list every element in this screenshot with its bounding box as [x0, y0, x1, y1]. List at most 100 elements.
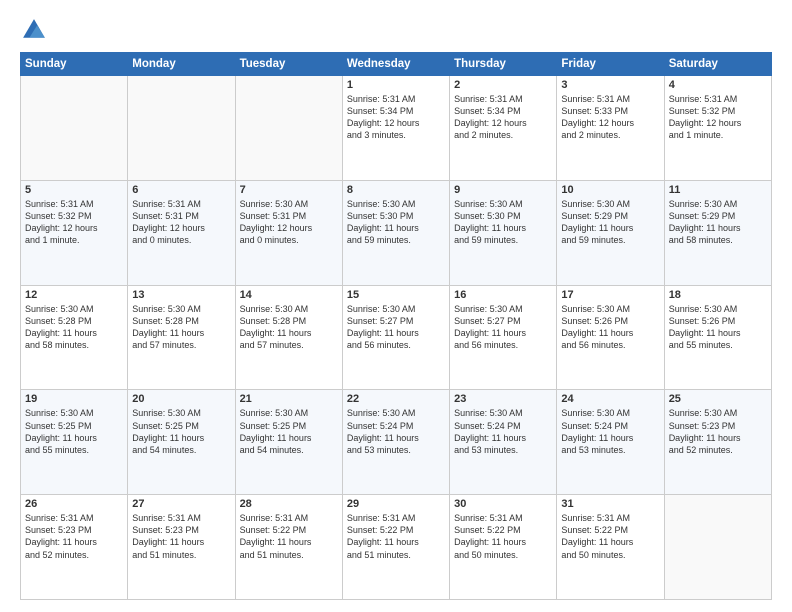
- day-info: Sunrise: 5:30 AM Sunset: 5:24 PM Dayligh…: [454, 407, 552, 456]
- calendar-table: SundayMondayTuesdayWednesdayThursdayFrid…: [20, 52, 772, 600]
- day-info: Sunrise: 5:30 AM Sunset: 5:27 PM Dayligh…: [347, 303, 445, 352]
- calendar-cell: 29 Sunrise: 5:31 AM Sunset: 5:22 PM Dayli…: [342, 495, 449, 600]
- day-info: Sunrise: 5:30 AM Sunset: 5:29 PM Dayligh…: [561, 198, 659, 247]
- day-info: Sunrise: 5:30 AM Sunset: 5:31 PM Dayligh…: [240, 198, 338, 247]
- day-info: Sunrise: 5:30 AM Sunset: 5:27 PM Dayligh…: [454, 303, 552, 352]
- day-number: 3: [561, 79, 659, 91]
- day-number: 25: [669, 393, 767, 405]
- calendar-cell: 22Sunrise: 5:30 AM Sunset: 5:24 PM Dayli…: [342, 390, 449, 495]
- day-number: 16: [454, 289, 552, 301]
- day-info: Sunrise: 5:31 AM Sunset: 5:32 PM Dayligh…: [25, 198, 123, 247]
- day-info: Sunrise: 5:31 AM Sunset: 5:22 PM Dayligh…: [454, 512, 552, 561]
- day-info: Sunrise: 5:31 AM Sunset: 5:22 PM Dayligh…: [561, 512, 659, 561]
- day-number: 18: [669, 289, 767, 301]
- calendar-cell: 7 Sunrise: 5:30 AM Sunset: 5:31 PM Daylig…: [235, 180, 342, 285]
- calendar-week-row: 12 Sunrise: 5:30 AM Sunset: 5:28 PM Dayli…: [21, 285, 772, 390]
- calendar-cell: 26Sunrise: 5:31 AM Sunset: 5:23 PM Dayli…: [21, 495, 128, 600]
- day-number: 11: [669, 184, 767, 196]
- calendar-cell: 6 Sunrise: 5:31 AM Sunset: 5:31 PM Daylig…: [128, 180, 235, 285]
- calendar-cell: 27 Sunrise: 5:31 AM Sunset: 5:23 PM Dayli…: [128, 495, 235, 600]
- calendar-cell: 12Sunrise: 5:30 AM Sunset: 5:28 PM Dayli…: [21, 285, 128, 390]
- calendar-cell: 30 Sunrise: 5:31 AM Sunset: 5:22 PM Dayli…: [450, 495, 557, 600]
- day-info: Sunrise: 5:30 AM Sunset: 5:25 PM Dayligh…: [25, 407, 123, 456]
- calendar-cell: 11 Sunrise: 5:30 AM Sunset: 5:29 PM Dayli…: [664, 180, 771, 285]
- day-info: Sunrise: 5:31 AM Sunset: 5:22 PM Dayligh…: [347, 512, 445, 561]
- day-number: 8: [347, 184, 445, 196]
- calendar-week-row: 26Sunrise: 5:31 AM Sunset: 5:23 PM Dayli…: [21, 495, 772, 600]
- calendar-cell: 24Sunrise: 5:30 AM Sunset: 5:24 PM Dayli…: [557, 390, 664, 495]
- day-number: 20: [132, 393, 230, 405]
- day-info: Sunrise: 5:30 AM Sunset: 5:26 PM Dayligh…: [561, 303, 659, 352]
- day-info: Sunrise: 5:30 AM Sunset: 5:30 PM Dayligh…: [347, 198, 445, 247]
- day-number: 1: [347, 79, 445, 91]
- calendar-cell: 4Sunrise: 5:31 AM Sunset: 5:32 PM Daylig…: [664, 76, 771, 181]
- calendar-week-row: 1 Sunrise: 5:31 AM Sunset: 5:34 PM Daylig…: [21, 76, 772, 181]
- logo: [20, 16, 52, 44]
- calendar-header-row: SundayMondayTuesdayWednesdayThursdayFrid…: [21, 53, 772, 76]
- day-number: 24: [561, 393, 659, 405]
- day-number: 5: [25, 184, 123, 196]
- day-info: Sunrise: 5:31 AM Sunset: 5:34 PM Dayligh…: [347, 93, 445, 142]
- day-number: 17: [561, 289, 659, 301]
- calendar-cell: 14Sunrise: 5:30 AM Sunset: 5:28 PM Dayli…: [235, 285, 342, 390]
- calendar-cell: 3 Sunrise: 5:31 AM Sunset: 5:33 PM Daylig…: [557, 76, 664, 181]
- day-number: 15: [347, 289, 445, 301]
- day-number: 21: [240, 393, 338, 405]
- calendar-cell: 2 Sunrise: 5:31 AM Sunset: 5:34 PM Daylig…: [450, 76, 557, 181]
- day-number: 22: [347, 393, 445, 405]
- calendar-cell: 31 Sunrise: 5:31 AM Sunset: 5:22 PM Dayli…: [557, 495, 664, 600]
- calendar-cell: 21Sunrise: 5:30 AM Sunset: 5:25 PM Dayli…: [235, 390, 342, 495]
- calendar-cell: 23 Sunrise: 5:30 AM Sunset: 5:24 PM Dayli…: [450, 390, 557, 495]
- column-header-friday: Friday: [557, 53, 664, 76]
- day-info: Sunrise: 5:30 AM Sunset: 5:23 PM Dayligh…: [669, 407, 767, 456]
- calendar-cell: [664, 495, 771, 600]
- day-number: 6: [132, 184, 230, 196]
- calendar-cell: 19 Sunrise: 5:30 AM Sunset: 5:25 PM Dayli…: [21, 390, 128, 495]
- calendar-cell: [21, 76, 128, 181]
- day-info: Sunrise: 5:31 AM Sunset: 5:23 PM Dayligh…: [132, 512, 230, 561]
- day-number: 9: [454, 184, 552, 196]
- column-header-sunday: Sunday: [21, 53, 128, 76]
- day-number: 31: [561, 498, 659, 510]
- day-info: Sunrise: 5:31 AM Sunset: 5:32 PM Dayligh…: [669, 93, 767, 142]
- day-number: 30: [454, 498, 552, 510]
- calendar-cell: 15 Sunrise: 5:30 AM Sunset: 5:27 PM Dayli…: [342, 285, 449, 390]
- day-number: 13: [132, 289, 230, 301]
- day-number: 29: [347, 498, 445, 510]
- column-header-monday: Monday: [128, 53, 235, 76]
- day-number: 28: [240, 498, 338, 510]
- logo-icon: [20, 16, 48, 44]
- calendar-cell: 13 Sunrise: 5:30 AM Sunset: 5:28 PM Dayli…: [128, 285, 235, 390]
- day-number: 14: [240, 289, 338, 301]
- day-info: Sunrise: 5:31 AM Sunset: 5:33 PM Dayligh…: [561, 93, 659, 142]
- day-number: 12: [25, 289, 123, 301]
- day-info: Sunrise: 5:31 AM Sunset: 5:31 PM Dayligh…: [132, 198, 230, 247]
- calendar-cell: 5 Sunrise: 5:31 AM Sunset: 5:32 PM Daylig…: [21, 180, 128, 285]
- column-header-wednesday: Wednesday: [342, 53, 449, 76]
- day-number: 27: [132, 498, 230, 510]
- day-number: 7: [240, 184, 338, 196]
- column-header-saturday: Saturday: [664, 53, 771, 76]
- column-header-tuesday: Tuesday: [235, 53, 342, 76]
- day-info: Sunrise: 5:31 AM Sunset: 5:34 PM Dayligh…: [454, 93, 552, 142]
- calendar-cell: 17 Sunrise: 5:30 AM Sunset: 5:26 PM Dayli…: [557, 285, 664, 390]
- day-info: Sunrise: 5:30 AM Sunset: 5:29 PM Dayligh…: [669, 198, 767, 247]
- day-number: 10: [561, 184, 659, 196]
- day-info: Sunrise: 5:30 AM Sunset: 5:25 PM Dayligh…: [132, 407, 230, 456]
- calendar-week-row: 5 Sunrise: 5:31 AM Sunset: 5:32 PM Daylig…: [21, 180, 772, 285]
- day-info: Sunrise: 5:30 AM Sunset: 5:30 PM Dayligh…: [454, 198, 552, 247]
- day-info: Sunrise: 5:30 AM Sunset: 5:26 PM Dayligh…: [669, 303, 767, 352]
- calendar-cell: 28Sunrise: 5:31 AM Sunset: 5:22 PM Dayli…: [235, 495, 342, 600]
- calendar-cell: 8 Sunrise: 5:30 AM Sunset: 5:30 PM Daylig…: [342, 180, 449, 285]
- day-number: 19: [25, 393, 123, 405]
- day-number: 2: [454, 79, 552, 91]
- calendar-cell: [128, 76, 235, 181]
- calendar-cell: 1 Sunrise: 5:31 AM Sunset: 5:34 PM Daylig…: [342, 76, 449, 181]
- column-header-thursday: Thursday: [450, 53, 557, 76]
- day-info: Sunrise: 5:30 AM Sunset: 5:28 PM Dayligh…: [132, 303, 230, 352]
- calendar-cell: 20 Sunrise: 5:30 AM Sunset: 5:25 PM Dayli…: [128, 390, 235, 495]
- calendar-cell: [235, 76, 342, 181]
- day-number: 23: [454, 393, 552, 405]
- page: SundayMondayTuesdayWednesdayThursdayFrid…: [0, 0, 792, 612]
- calendar-cell: 16 Sunrise: 5:30 AM Sunset: 5:27 PM Dayli…: [450, 285, 557, 390]
